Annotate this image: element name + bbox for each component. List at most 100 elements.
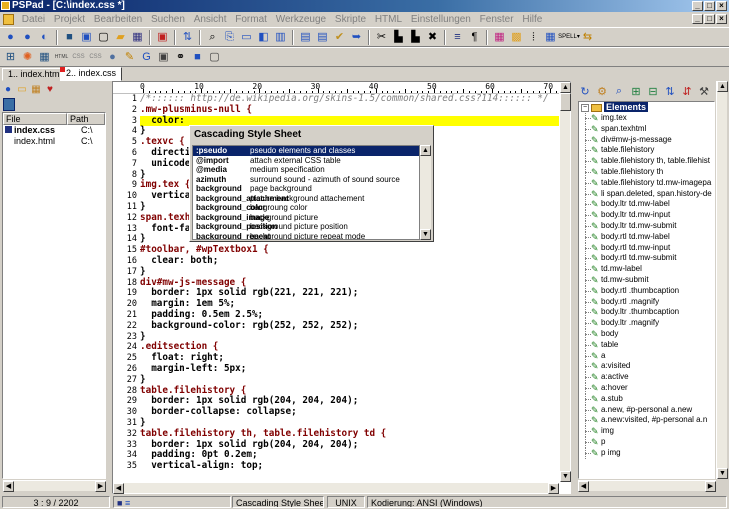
code-line[interactable]: 27} (113, 374, 559, 386)
tree-item[interactable]: ✎ body.rtl .thumbcaption (579, 285, 714, 297)
tree-item[interactable]: ✎ a.new, #p-personal a.new (579, 404, 714, 416)
collapse-node-icon[interactable]: − (581, 103, 589, 112)
tree-horizontal-scrollbar[interactable]: ◀ ▶ (578, 480, 716, 492)
book-icon[interactable]: ▥ (273, 30, 288, 45)
expand-icon[interactable]: ⊞ (629, 84, 643, 98)
folder-icon[interactable]: ▭ (16, 83, 28, 95)
tree-item[interactable]: ✎ img.tex (579, 113, 714, 124)
menu-hilfe[interactable]: Hilfe (519, 14, 545, 25)
ftp-icon[interactable]: ⇅ (180, 30, 195, 45)
code-line[interactable]: 16 clear: both; (113, 255, 559, 267)
menu-bearbeiten[interactable]: Bearbeiten (91, 14, 145, 25)
project-icon[interactable]: ⇆ (580, 30, 595, 45)
mdi-minimize-button[interactable]: _ (692, 14, 703, 24)
tree-item[interactable]: ✎ span.texhtml (579, 123, 714, 135)
code-text[interactable]: font-fa (140, 223, 190, 235)
mdi-maximize-button[interactable]: □ (704, 14, 715, 24)
save-icon[interactable]: ◐ (37, 30, 52, 45)
code-text[interactable]: .mw-plusminus-null { (140, 104, 252, 116)
code-text[interactable]: vertica (140, 190, 190, 202)
html-icon[interactable]: HTML (54, 50, 69, 65)
clip-icon[interactable]: ◧ (256, 30, 271, 45)
tree-item[interactable]: ✎ body.ltr .magnify (579, 318, 714, 330)
tab-index-html[interactable]: 1.. index.html (2, 68, 68, 81)
tree-item[interactable]: ✎ table.filehistory th (579, 166, 714, 178)
files-horizontal-scrollbar[interactable]: ◀ ▶ (3, 480, 106, 492)
paste-icon[interactable]: ▤ (315, 30, 330, 45)
tree-item[interactable]: ✎ li span.deleted, span.history-de (579, 188, 714, 200)
menu-werkzeuge[interactable]: Werkzeuge (273, 14, 329, 25)
wrap-icon[interactable]: ≡ (450, 30, 465, 45)
open-icon[interactable]: ● (20, 30, 35, 45)
open-file-icon[interactable]: ▰ (113, 30, 128, 45)
code-text[interactable]: table.filehistory th, table.filehistory … (140, 428, 386, 440)
code-text[interactable]: clear: both; (140, 255, 218, 267)
table-icon[interactable]: ▦ (37, 50, 52, 65)
css-tag-icon[interactable]: CSS (88, 50, 103, 65)
close-button[interactable]: × (716, 1, 727, 11)
file-row-index-css[interactable]: index.css C:\ (3, 125, 105, 136)
paste-doc-icon[interactable]: ▙ (391, 30, 406, 45)
new-icon[interactable]: ● (3, 30, 18, 45)
tree-item[interactable]: ✎ body (579, 328, 714, 340)
column-file[interactable]: File (3, 113, 67, 125)
scroll-left-icon[interactable]: ◀ (3, 481, 14, 492)
tree-scroll-up-icon[interactable]: ▲ (717, 81, 728, 92)
tab-index-css[interactable]: 2.. index.css (60, 67, 123, 81)
tree-item[interactable]: ✎ body.ltr td.mw-submit (579, 220, 714, 232)
menu-datei[interactable]: Datei (19, 14, 48, 25)
tree-item[interactable]: ✎ body.ltr td.mw-input (579, 210, 714, 222)
code-line[interactable]: 17} (113, 266, 559, 278)
autocomplete-item[interactable]: background_colorbacgroung color (193, 203, 419, 213)
scroll-thumb[interactable] (560, 93, 571, 111)
autocomplete-item[interactable]: azimuth surround sound - azimuth of sound… (193, 175, 419, 185)
code-line[interactable]: 26 margin-left: 5px; (113, 363, 559, 375)
grid-icon[interactable]: ▦ (543, 30, 558, 45)
paragraph-icon[interactable]: ¶ (467, 30, 482, 45)
tree-root[interactable]: − Elements (579, 102, 714, 113)
tree-scroll-left-icon[interactable]: ◀ (578, 481, 589, 492)
autocomplete-item[interactable]: @media medium specification (193, 165, 419, 175)
block-icon[interactable]: ■ (190, 50, 205, 65)
tree-item[interactable]: ✎ a.new:visited, #p-personal a.n (579, 415, 714, 427)
menu-ansicht[interactable]: Ansicht (191, 14, 230, 25)
google-icon[interactable]: G (139, 50, 154, 65)
tree-item[interactable]: ✎ body.rtl td.mw-submit (579, 253, 714, 265)
menu-fenster[interactable]: Fenster (477, 14, 517, 25)
tree-item[interactable]: ✎ td.mw-label (579, 264, 714, 276)
tree-item[interactable]: ✎ a:active (579, 372, 714, 384)
dot-icon[interactable]: ● (2, 83, 14, 95)
popup-scroll-up-icon[interactable]: ▲ (420, 145, 431, 156)
print-icon[interactable]: ■ (62, 30, 77, 45)
code-text[interactable]: vertical-align: top; (140, 460, 263, 472)
circle-icon[interactable]: ● (105, 50, 120, 65)
tree-scroll-down-icon[interactable]: ▼ (717, 468, 728, 479)
tree-item[interactable]: ✎ body.rtl .magnify (579, 296, 714, 308)
save-file-icon[interactable]: ▦ (130, 30, 145, 45)
menu-format[interactable]: Format (232, 14, 270, 25)
cut-icon[interactable]: ✂ (374, 30, 389, 45)
elements-tree[interactable]: − Elements ✎ img.tex ✎ span.texhtml ✎ div#mw-j… (578, 101, 715, 479)
code-text[interactable]: border-collapse: collapse; (140, 406, 297, 418)
tree-item[interactable]: ✎ a:hover (579, 382, 714, 394)
preview-icon[interactable]: ▣ (79, 30, 94, 45)
autocomplete-item[interactable]: background_positionbackground picture po… (193, 222, 419, 232)
link-icon[interactable]: ⚭ (173, 50, 188, 65)
project-view-icon[interactable] (3, 98, 15, 111)
encoding[interactable]: Kodierung: ANSI (Windows) (367, 496, 727, 508)
autocomplete-item[interactable]: @import attach external CSS table (193, 156, 419, 166)
column-path[interactable]: Path (67, 113, 105, 125)
sort-za-icon[interactable]: ⇵ (680, 84, 694, 98)
tree-item[interactable]: ✎ td.mw-submit (579, 274, 714, 286)
tick-icon[interactable]: ✔ (332, 30, 347, 45)
colors-icon[interactable]: ▩ (509, 30, 524, 45)
copy-icon[interactable]: ▤ (298, 30, 313, 45)
maximize-button[interactable]: □ (704, 1, 715, 11)
autocomplete-list[interactable]: :pseudo pseudo elements and classes @impor… (192, 145, 420, 240)
files-icon[interactable]: ▦ (30, 83, 42, 95)
autocomplete-item[interactable]: background page background (193, 184, 419, 194)
find-icon[interactable]: ⌕ (205, 30, 220, 45)
file-row-index-html[interactable]: index.html C:\ (3, 136, 105, 147)
editor-horizontal-scrollbar[interactable]: ◀ ▶ (113, 482, 559, 494)
new-file-icon[interactable]: ▢ (96, 30, 111, 45)
